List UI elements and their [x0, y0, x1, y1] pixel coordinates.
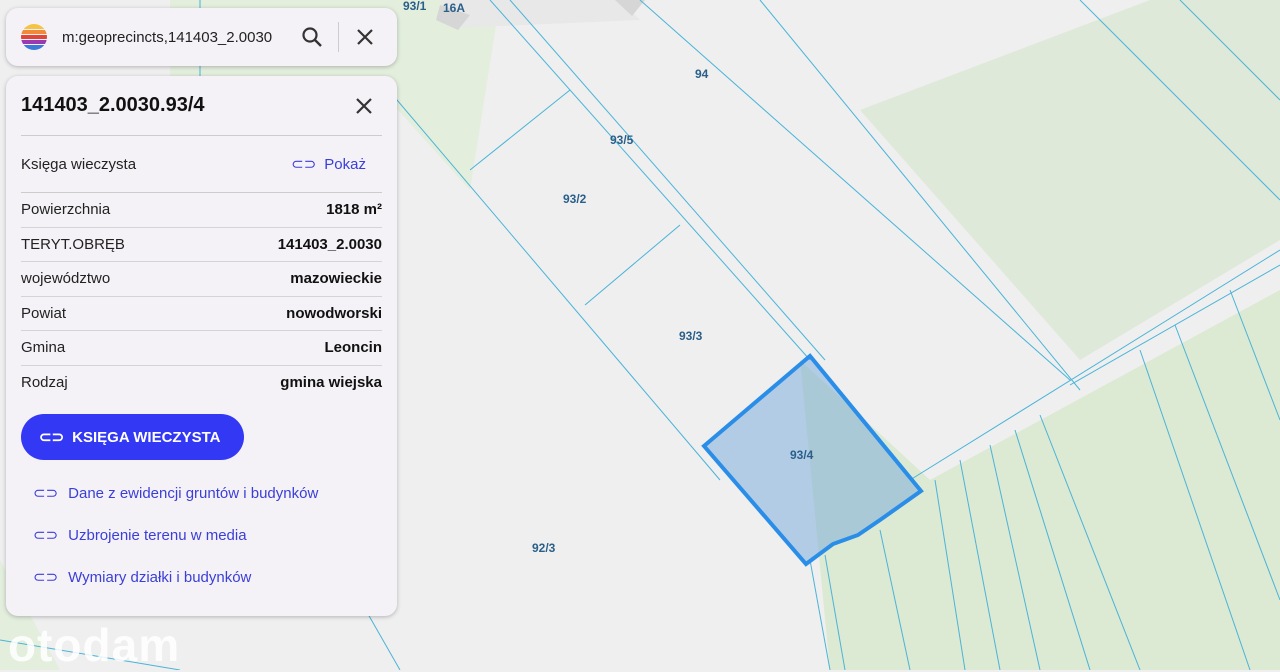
parcel-label: 93/5 — [610, 133, 634, 147]
attribute-row: Gmina Leoncin — [21, 331, 382, 366]
attribute-value: 141403_2.0030 — [277, 235, 382, 253]
close-icon — [357, 29, 373, 45]
paperclip-icon: ⊂⊃ — [291, 156, 317, 173]
attribute-row: Powiat nowodworski — [21, 297, 382, 331]
otodom-watermark: otodam — [8, 619, 181, 671]
attribute-label: województwo — [21, 270, 111, 288]
address-label: 16A — [443, 1, 465, 15]
paperclip-icon: ⊂⊃ — [39, 429, 65, 446]
attribute-row: województwo mazowieckie — [21, 262, 382, 297]
link-icon: ⊂⊃ — [33, 569, 59, 586]
attribute-label: Rodzaj — [21, 374, 68, 392]
close-panel-button[interactable] — [346, 88, 382, 124]
land-register-row: Księga wieczysta ⊂⊃ Pokaż — [21, 136, 382, 193]
parcel-label: 93/3 — [679, 329, 703, 343]
search-icon — [302, 27, 322, 47]
button-label: KSIĘGA WIECZYSTA — [72, 428, 221, 446]
attribute-value: 1818 m² — [326, 201, 382, 219]
link-label: Wymiary działki i budynków — [68, 568, 252, 586]
attribute-value: gmina wiejska — [280, 374, 382, 392]
panel-title: 141403_2.0030.93/4 — [21, 94, 205, 116]
attribute-label: Gmina — [21, 339, 66, 357]
link-icon: ⊂⊃ — [33, 485, 59, 502]
attribute-label: TERYT.OBRĘB — [21, 235, 125, 253]
attribute-label: Powiat — [21, 304, 67, 322]
search-input[interactable]: m:geoprecincts,141403_2.0030 — [62, 29, 294, 46]
attribute-value: Leoncin — [324, 339, 382, 357]
attribute-row: Rodzaj gmina wiejska — [21, 366, 382, 401]
info-link[interactable]: ⊂⊃ Wymiary działki i budynków — [21, 556, 382, 598]
parcel-info-panel: 141403_2.0030.93/4 Księga wieczysta ⊂⊃ Po… — [6, 76, 397, 616]
attribute-value: nowodworski — [286, 304, 382, 322]
clear-search-button[interactable] — [347, 19, 383, 55]
attribute-row: Powierzchnia 1818 m² — [21, 193, 382, 228]
attribute-row: TERYT.OBRĘB 141403_2.0030 — [21, 228, 382, 262]
parcel-label: 92/3 — [532, 541, 556, 555]
link-label: Dane z ewidencji gruntów i budynków — [68, 484, 319, 502]
link-label: Pokaż — [324, 155, 366, 173]
attribute-label: Powierzchnia — [21, 201, 111, 219]
attribute-value: mazowieckie — [290, 270, 382, 288]
link-label: Uzbrojenie terenu w media — [68, 526, 247, 544]
search-bar: m:geoprecincts,141403_2.0030 — [6, 8, 397, 66]
search-button[interactable] — [294, 19, 330, 55]
parcel-label: 93/4 — [790, 448, 814, 462]
link-icon: ⊂⊃ — [33, 527, 59, 544]
parcel-label: 93/2 — [563, 192, 587, 206]
info-link[interactable]: ⊂⊃ Uzbrojenie terenu w media — [21, 514, 382, 556]
info-link[interactable]: ⊂⊃ Dane z ewidencji gruntów i budynków — [21, 472, 382, 514]
close-icon — [356, 97, 372, 114]
land-register-button[interactable]: ⊂⊃ KSIĘGA WIECZYSTA — [21, 414, 245, 460]
app-logo-icon — [21, 24, 47, 50]
land-register-label: Księga wieczysta — [21, 155, 137, 173]
parcel-label: 93/1 — [403, 0, 427, 13]
divider — [338, 22, 339, 52]
show-land-register-link[interactable]: ⊂⊃ Pokaż — [291, 155, 366, 174]
parcel-label: 94 — [695, 67, 709, 81]
